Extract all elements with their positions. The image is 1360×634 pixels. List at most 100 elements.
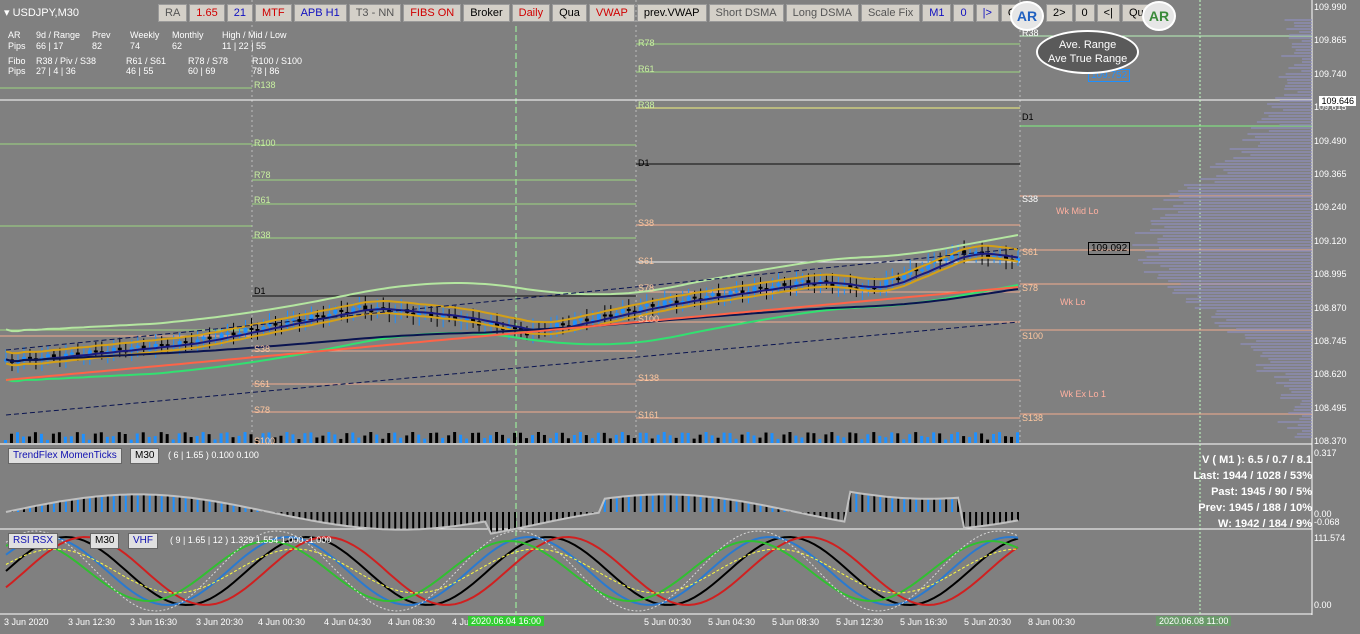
volume-bar	[842, 437, 845, 443]
stat-row3-4: R100 / S100	[252, 56, 302, 66]
volume-bar	[202, 432, 205, 443]
volume-bar	[651, 438, 654, 443]
price-tick-13: 108.370	[1314, 436, 1358, 446]
trendflex-line	[6, 492, 1018, 534]
volume-bar	[64, 437, 67, 443]
volume-bar	[429, 433, 432, 443]
volume-bar	[88, 440, 91, 443]
volume-bar	[226, 432, 229, 443]
time-tick-13: 5 Jun 20:30	[964, 617, 1011, 627]
volume-bar	[711, 435, 714, 443]
volume-bar	[501, 435, 504, 443]
rsi-yellow	[6, 549, 1018, 593]
stat-row3-3: R78 / S78	[188, 56, 228, 66]
volume-bar	[315, 437, 318, 443]
stat-row1-3: Weekly	[130, 30, 159, 40]
trendflex-axis-top: 0.317	[1314, 448, 1358, 458]
volume-bar	[10, 434, 13, 443]
volume-bar	[555, 433, 558, 443]
ma-light-green	[6, 235, 1018, 331]
volume-bar	[435, 433, 438, 443]
toolbar-button-16[interactable]: 0	[953, 4, 973, 22]
volume-bar	[58, 432, 61, 443]
candle-body	[273, 323, 277, 325]
rsi-title[interactable]: RSI RSX	[8, 533, 58, 549]
stat-row2-1: 66 | 17	[36, 41, 63, 51]
stat-row4-2: 46 | 55	[126, 66, 153, 76]
volume-bar	[291, 434, 294, 443]
toolbar-button-4[interactable]: APB H1	[294, 4, 347, 22]
volume-bar	[1004, 436, 1007, 443]
volume-bar	[950, 434, 953, 443]
toolbar-button-8[interactable]: Daily	[512, 4, 550, 22]
toolbar-button-10[interactable]: VWAP	[589, 4, 635, 22]
toolbar-button-12[interactable]: Short DSMA	[709, 4, 784, 22]
level-left-3: R61	[254, 195, 271, 205]
candle-body	[94, 350, 98, 352]
candle-body	[645, 304, 649, 307]
volume-bar	[627, 435, 630, 443]
candles	[4, 240, 1020, 443]
volume-bar	[806, 432, 809, 443]
toolbar2-button-2[interactable]: <|	[1097, 4, 1120, 22]
level-right-4: S78	[1022, 283, 1038, 293]
volume-bar	[609, 438, 612, 443]
volume-bar	[483, 438, 486, 443]
stat-row2-2: 82	[92, 41, 102, 51]
candle-body	[717, 293, 721, 296]
volume-bar	[782, 434, 785, 443]
toolbar-button-0[interactable]: RA	[158, 4, 187, 22]
ar-badge-1[interactable]: AR	[1010, 1, 1044, 31]
volume-bar	[633, 438, 636, 443]
volume-profile	[1132, 20, 1312, 437]
volume-bar	[896, 433, 899, 443]
ar-badge-2[interactable]: AR	[1142, 1, 1176, 31]
toolbar-button-2[interactable]: 21	[227, 4, 253, 22]
toolbar-button-15[interactable]: M1	[922, 4, 951, 22]
toolbar2-button-0[interactable]: 2>	[1046, 4, 1073, 22]
toolbar-button-9[interactable]: Qua	[552, 4, 587, 22]
toolbar-button-5[interactable]: T3 - NN	[349, 4, 402, 22]
volume-bar	[549, 438, 552, 443]
candle-body	[687, 297, 691, 301]
volume-bar	[178, 433, 181, 443]
toolbar-button-11[interactable]: prev.VWAP	[637, 4, 707, 22]
candle-body	[759, 287, 763, 289]
volume-bar	[986, 440, 989, 443]
volume-bar	[693, 439, 696, 443]
volume-bar	[459, 435, 462, 443]
toolbar-button-6[interactable]: FIBS ON	[403, 4, 461, 22]
candle-body	[232, 333, 236, 336]
volume-bar	[980, 433, 983, 443]
vhf-button[interactable]: VHF	[128, 533, 158, 549]
rsi-params: ( 9 | 1.65 | 12 ) 1.329 1.554 1.000 -1.0…	[170, 535, 331, 545]
toolbar-button-17[interactable]: |>	[976, 4, 999, 22]
volume-bar	[812, 433, 815, 443]
candle-body	[609, 315, 613, 317]
rsi-timeframe[interactable]: M30	[90, 533, 119, 549]
trendflex-timeframe[interactable]: M30	[130, 448, 159, 464]
toolbar2-button-1[interactable]: 0	[1075, 4, 1095, 22]
volume-bar	[824, 434, 827, 443]
toolbar-button-1[interactable]: 1.65	[189, 4, 224, 22]
volume-bar	[387, 433, 390, 443]
price-tick-6: 109.240	[1314, 202, 1358, 212]
volume-bar	[872, 432, 875, 443]
volume-bar	[238, 436, 241, 443]
volume-bar	[818, 439, 821, 443]
volume-bar	[944, 439, 947, 443]
volume-bar	[166, 434, 169, 443]
toolbar-button-13[interactable]: Long DSMA	[786, 4, 859, 22]
volume-bar	[669, 435, 672, 443]
toolbar-button-7[interactable]: Broker	[463, 4, 509, 22]
toolbar-button-14[interactable]: Scale Fix	[861, 4, 920, 22]
trendflex-title[interactable]: TrendFlex MomenTicks	[8, 448, 122, 464]
volume-bar	[926, 437, 929, 443]
level-weekly-0: Wk Mid Lo	[1056, 206, 1099, 216]
volume-bar	[866, 434, 869, 443]
volume-bar	[699, 435, 702, 443]
toolbar-button-3[interactable]: MTF	[255, 4, 292, 22]
time-tick-9: 5 Jun 04:30	[708, 617, 755, 627]
candle-body	[250, 328, 254, 330]
volume-bar	[968, 437, 971, 443]
